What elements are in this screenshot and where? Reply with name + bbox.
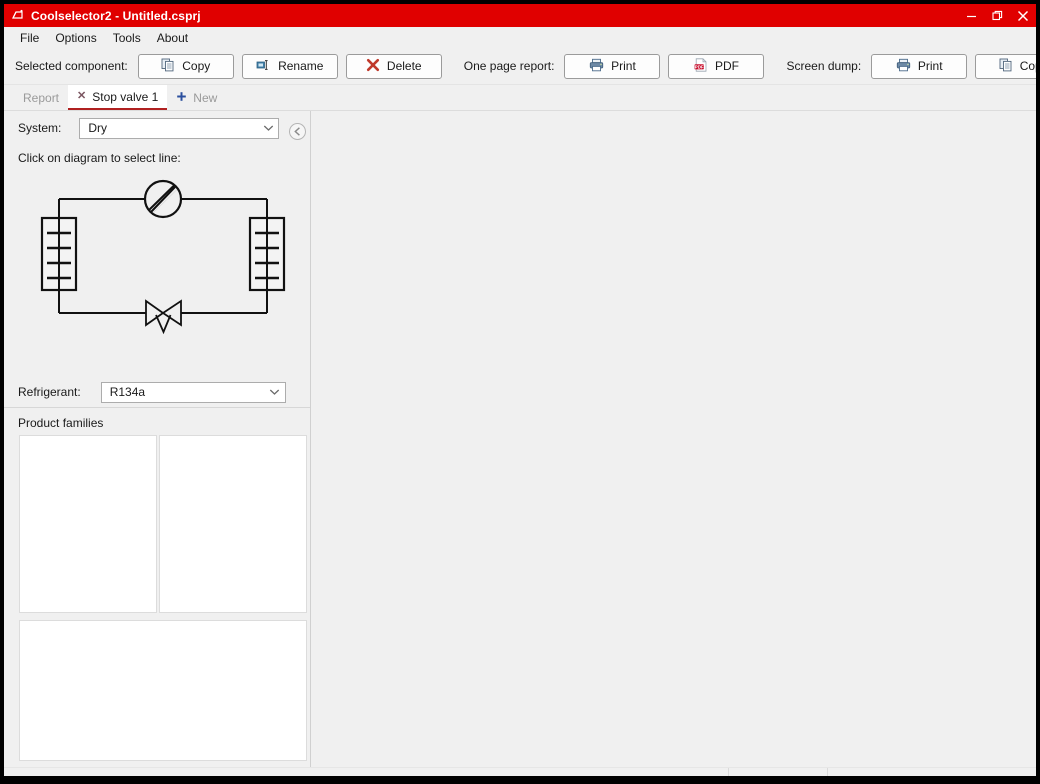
screen-dump-print-button[interactable]: Print <box>871 53 968 79</box>
minimize-button[interactable] <box>958 4 984 27</box>
report-print-button[interactable]: Print <box>564 53 661 79</box>
main-work-area[interactable] <box>311 111 1036 767</box>
product-families-header: Product families <box>4 407 310 435</box>
plus-icon <box>176 91 187 104</box>
printer-icon <box>589 58 604 75</box>
printer-icon <box>896 58 911 75</box>
status-segment-2 <box>729 768 828 776</box>
report-pdf-label: PDF <box>714 59 739 73</box>
copy-icon <box>999 58 1013 75</box>
tab-new-label: New <box>193 90 218 105</box>
menu-bar: File Options Tools About <box>4 27 1036 48</box>
family-detail-bottom[interactable] <box>19 620 307 761</box>
system-select-value: Dry <box>88 121 108 135</box>
rename-component-label: Rename <box>278 59 324 73</box>
screen-dump-copy-button[interactable]: Copy <box>975 53 1036 79</box>
system-row: System: Dry <box>4 111 310 145</box>
content-area: System: Dry Click on diagram to select l <box>4 111 1036 767</box>
product-families-area <box>4 435 310 767</box>
tab-report[interactable]: Report <box>14 85 68 110</box>
tab-stop-valve-1-label: Stop valve 1 <box>92 89 159 104</box>
family-list-left[interactable] <box>19 435 157 613</box>
status-segment-1 <box>4 768 729 776</box>
pdf-icon: PDF <box>694 57 708 75</box>
status-bar <box>4 767 1036 776</box>
window-title: Coolselector2 - Untitled.csprj <box>31 8 201 23</box>
tab-bar: Report ✕ Stop valve 1 New <box>4 85 1036 111</box>
screen-dump-copy-label: Copy <box>1019 59 1036 73</box>
menu-item-about[interactable]: About <box>149 29 196 47</box>
evaporator-symbol <box>40 216 78 292</box>
family-list-right[interactable] <box>159 435 307 613</box>
status-segment-3 <box>828 768 1036 776</box>
report-print-label: Print <box>611 59 636 73</box>
application-window: Coolselector2 - Untitled.csprj File Opti… <box>4 4 1036 776</box>
circuit-diagram[interactable] <box>4 165 310 377</box>
tab-new[interactable]: New <box>167 85 226 110</box>
condenser-symbol <box>248 216 286 292</box>
toolbar: Selected component: Copy Rename Delete O… <box>4 48 1036 85</box>
product-families-top-row <box>19 435 308 613</box>
diagram-hint-label: Click on diagram to select line: <box>18 151 181 165</box>
selected-component-label: Selected component: <box>15 59 128 73</box>
refrigerant-select[interactable]: R134a <box>100 381 286 403</box>
title-bar: Coolselector2 - Untitled.csprj <box>4 4 1036 27</box>
expansion-valve-symbol <box>145 299 182 335</box>
left-panel: System: Dry Click on diagram to select l <box>4 111 311 767</box>
delete-component-label: Delete <box>386 59 422 73</box>
tab-close-icon[interactable]: ✕ <box>77 91 86 102</box>
system-label: System: <box>18 121 62 135</box>
copy-icon <box>161 58 175 75</box>
refrigerant-row: Refrigerant: R134a <box>4 377 310 407</box>
delete-x-icon <box>366 58 380 75</box>
menu-item-options[interactable]: Options <box>47 29 104 47</box>
rename-icon <box>256 58 271 75</box>
refrigerant-label: Refrigerant: <box>18 385 81 399</box>
chevron-down-icon <box>265 388 285 396</box>
tab-report-label: Report <box>23 90 60 105</box>
compressor-symbol <box>143 179 183 219</box>
restore-button[interactable] <box>984 4 1010 27</box>
one-page-report-label: One page report: <box>463 59 555 73</box>
delete-component-button[interactable]: Delete <box>345 53 442 79</box>
rename-component-button[interactable]: Rename <box>241 53 338 79</box>
screen-dump-label: Screen dump: <box>786 59 862 73</box>
close-button[interactable] <box>1010 4 1036 27</box>
tab-stop-valve-1[interactable]: ✕ Stop valve 1 <box>68 85 168 110</box>
collapse-panel-button[interactable] <box>288 122 307 141</box>
copy-component-label: Copy <box>182 59 211 73</box>
product-families-bottom-row <box>19 620 308 761</box>
svg-text:PDF: PDF <box>695 64 704 69</box>
system-select[interactable]: Dry <box>79 117 280 139</box>
copy-component-button[interactable]: Copy <box>137 53 234 79</box>
app-logo-icon <box>10 8 26 24</box>
menu-item-file[interactable]: File <box>12 29 47 47</box>
chevron-down-icon <box>258 124 278 132</box>
window-controls <box>958 4 1036 27</box>
menu-item-tools[interactable]: Tools <box>105 29 149 47</box>
report-pdf-button[interactable]: PDF PDF <box>668 53 765 79</box>
screen-dump-print-label: Print <box>917 59 943 73</box>
refrigerant-select-value: R134a <box>109 385 146 399</box>
